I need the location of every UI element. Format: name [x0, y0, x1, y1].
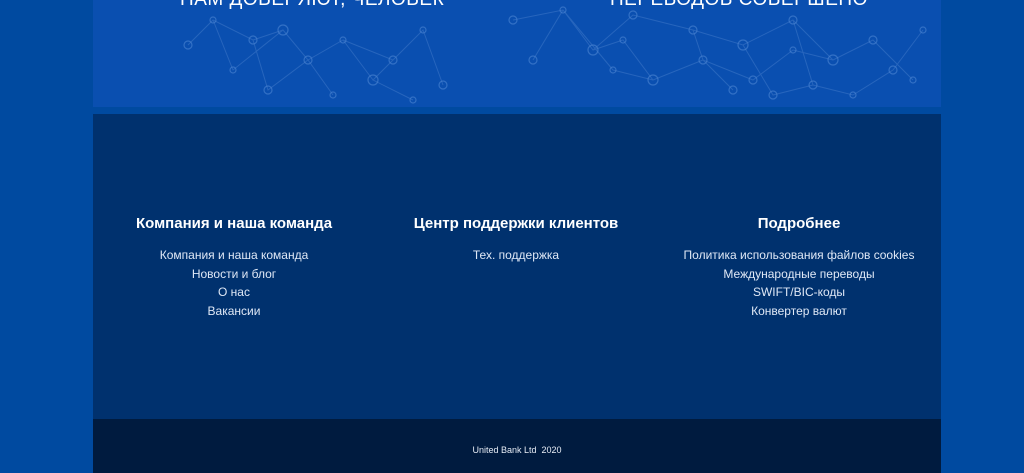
copyright-text: United Bank Ltd 2020 — [472, 445, 562, 455]
footer-column-title: Подробнее — [757, 215, 841, 232]
footer-bottom-bar: United Bank Ltd 2020 — [93, 419, 941, 473]
footer-link-international-transfers[interactable]: Международные переводы — [657, 265, 941, 284]
footer-main: Компания и наша команда Компания и наша … — [93, 114, 941, 419]
footer-column-company: Компания и наша команда Компания и наша … — [93, 214, 375, 320]
footer-link-list: Политика использования файлов cookies Ме… — [657, 246, 941, 320]
footer-link-news-blog[interactable]: Новости и блог — [93, 265, 375, 284]
footer-column-title: Компания и наша команда — [135, 215, 333, 232]
footer-link-list: Тех. поддержка — [375, 246, 657, 265]
page: НАМ ДОВЕРЯЮТ, ЧЕЛОВЕК ПЕРЕВОДОВ СОВЕРШЕН… — [0, 0, 1024, 473]
stats-band: НАМ ДОВЕРЯЮТ, ЧЕЛОВЕК ПЕРЕВОДОВ СОВЕРШЕН… — [93, 0, 941, 107]
stat-caption-transfers-made: ПЕРЕВОДОВ СОВЕРШЕНО — [610, 0, 868, 11]
network-pattern-decoration — [183, 6, 927, 104]
footer-column-more: Подробнее Политика использования файлов … — [657, 214, 941, 320]
footer-column-support: Центр поддержки клиентов Тех. поддержка — [375, 214, 657, 265]
footer-link-tech-support[interactable]: Тех. поддержка — [375, 246, 657, 265]
footer-link-about[interactable]: О нас — [93, 283, 375, 302]
footer-link-currency-converter[interactable]: Конвертер валют — [657, 302, 941, 321]
footer-column-title: Центр поддержки клиентов — [413, 215, 619, 232]
footer-link-list: Компания и наша команда Новости и блог О… — [93, 246, 375, 320]
footer-link-cookies-policy[interactable]: Политика использования файлов cookies — [657, 246, 941, 265]
footer-link-company-team[interactable]: Компания и наша команда — [93, 246, 375, 265]
footer-link-vacancies[interactable]: Вакансии — [93, 302, 375, 321]
stat-caption-trusted-by: НАМ ДОВЕРЯЮТ, ЧЕЛОВЕК — [180, 0, 444, 11]
footer-link-swift-bic[interactable]: SWIFT/BIC-коды — [657, 283, 941, 302]
